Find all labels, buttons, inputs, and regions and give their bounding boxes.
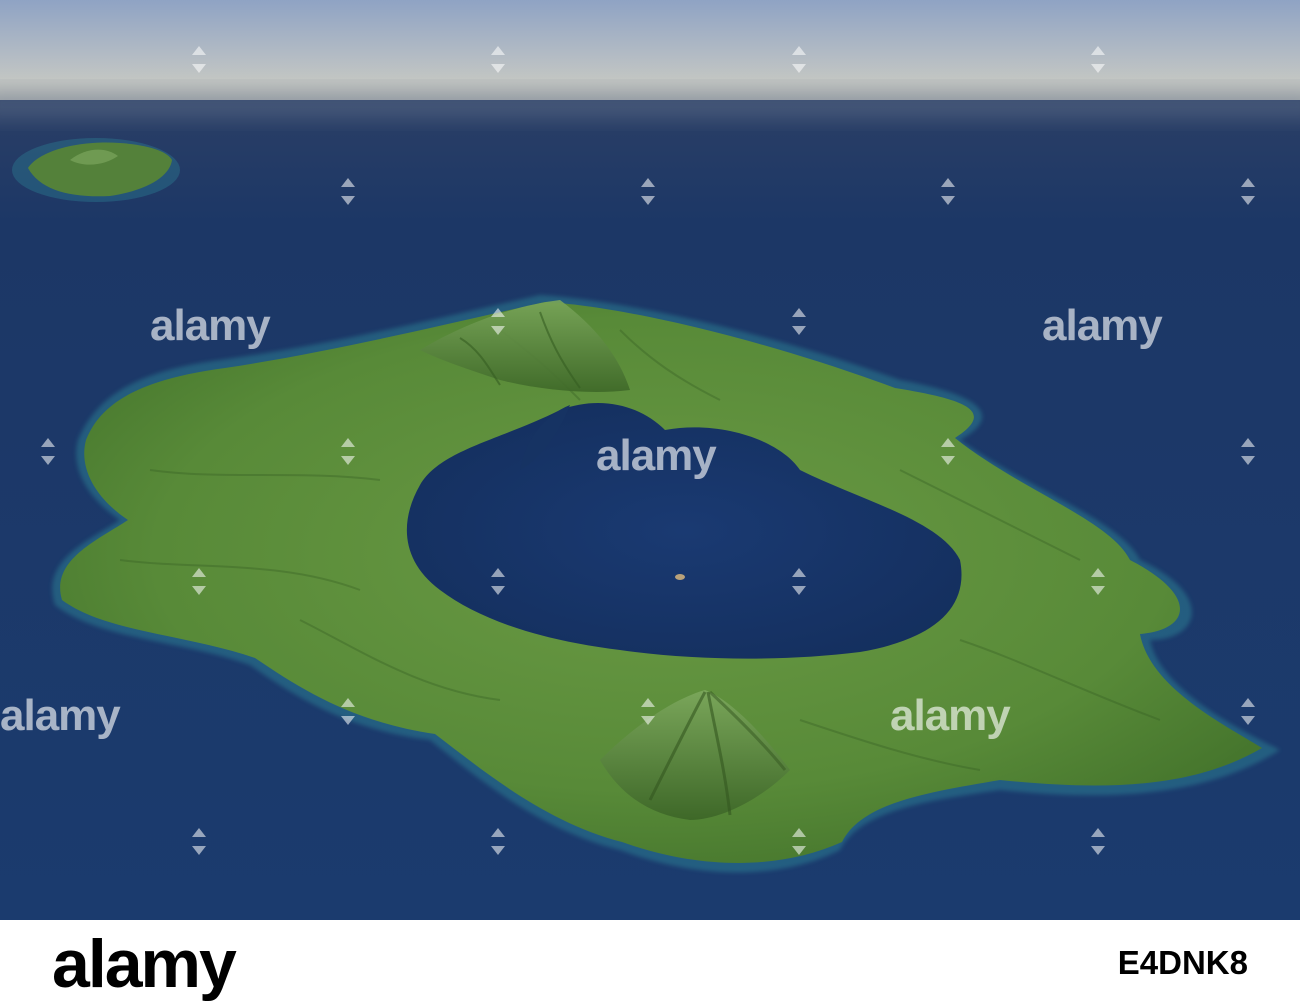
diamond-marker-icon	[491, 308, 505, 335]
watermark-text: alamy	[890, 691, 1011, 740]
diamond-marker-icon	[1091, 828, 1105, 855]
watermark-text: alamy	[0, 691, 121, 740]
image-id: E4DNK8	[1117, 944, 1248, 981]
diamond-marker-icon	[941, 178, 955, 205]
diamond-marker-icon	[641, 698, 655, 725]
far-island	[12, 138, 180, 202]
watermark-text: alamy	[1042, 301, 1163, 350]
diamond-marker-icon	[792, 828, 806, 855]
diamond-marker-icon	[1091, 46, 1105, 73]
diamond-marker-icon	[341, 438, 355, 465]
diamond-marker-icon	[941, 438, 955, 465]
diamond-marker-icon	[192, 46, 206, 73]
diamond-marker-icon	[192, 828, 206, 855]
diamond-marker-icon	[41, 438, 55, 465]
diamond-marker-icon	[641, 178, 655, 205]
diamond-marker-icon	[341, 178, 355, 205]
lake-islet	[675, 574, 685, 580]
diamond-marker-icon	[1241, 698, 1255, 725]
diamond-marker-icon	[1091, 568, 1105, 595]
diamond-marker-icon	[1241, 438, 1255, 465]
diamond-marker-icon	[792, 568, 806, 595]
diamond-marker-icon	[1241, 178, 1255, 205]
watermark-text: alamy	[150, 301, 271, 350]
diamond-marker-icon	[491, 46, 505, 73]
diamond-marker-icon	[491, 568, 505, 595]
diamond-marker-icon	[792, 308, 806, 335]
stock-footer: alamy E4DNK8	[0, 920, 1300, 1008]
diamond-marker-icon	[491, 828, 505, 855]
diamond-marker-icon	[792, 46, 806, 73]
diamond-marker-icon	[341, 698, 355, 725]
diamond-marker-icon	[192, 568, 206, 595]
brand-logo: alamy	[52, 926, 237, 1002]
horizon-haze	[0, 92, 1300, 118]
satellite-scene: alamy alamy alamy alamy alamy	[0, 0, 1300, 920]
watermark-text: alamy	[596, 431, 717, 480]
